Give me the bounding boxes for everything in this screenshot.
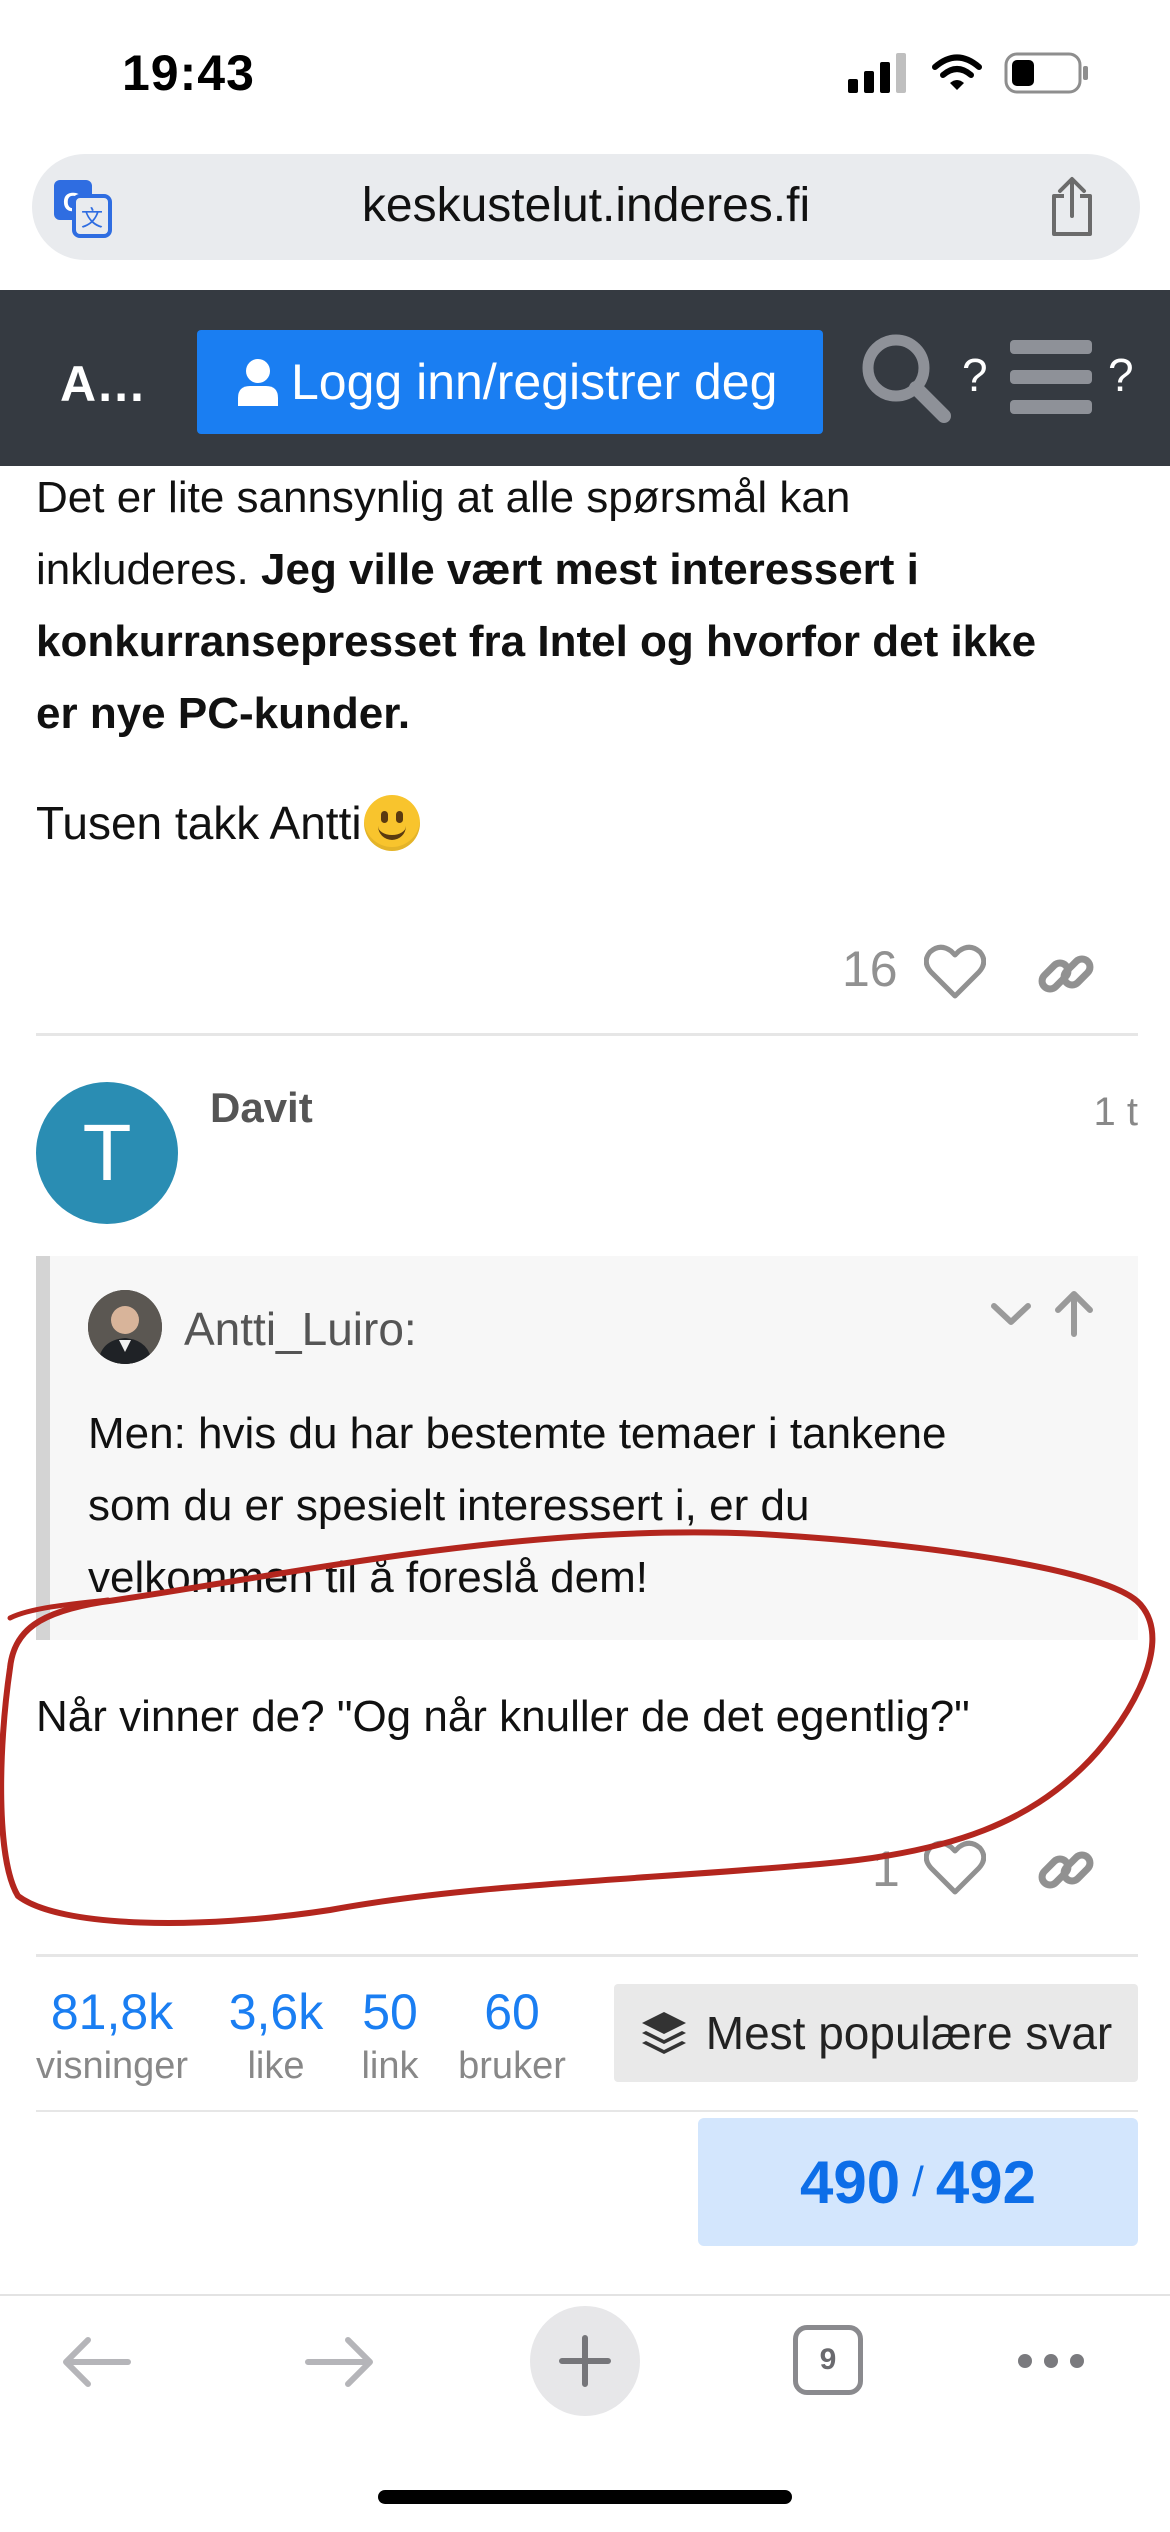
stat-value: 3,6k: [228, 1984, 324, 2040]
new-tab-button[interactable]: [530, 2306, 640, 2416]
cellular-signal-icon: [848, 53, 906, 93]
progress-total: 492: [935, 2148, 1036, 2216]
hamburger-menu-icon[interactable]: [1010, 338, 1092, 416]
chevron-down-icon[interactable]: [990, 1300, 1032, 1330]
progress-separator: /: [912, 2158, 924, 2205]
quote-avatar[interactable]: [88, 1290, 162, 1364]
thanks-text: Tusen takk Antti: [36, 797, 362, 849]
stat-label: bruker: [458, 2045, 566, 2087]
popular-replies-label: Mest populære svar: [705, 2007, 1113, 2059]
link-icon[interactable]: [1036, 944, 1096, 1004]
toolbar-divider: [0, 2294, 1170, 2296]
heart-icon[interactable]: [924, 944, 986, 1000]
quote-line: Men: hvis du har bestemte temaer i tanke…: [88, 1409, 947, 1458]
post-signoff: Tusen takk Antti: [36, 795, 420, 851]
forward-arrow-icon[interactable]: [304, 2334, 376, 2390]
arrow-up-icon[interactable]: [1052, 1290, 1096, 1338]
back-arrow-icon[interactable]: [60, 2334, 132, 2390]
menu-missing-glyph: ?: [1108, 349, 1134, 401]
post-line: konkurransepresset fra Intel og hvorfor …: [36, 606, 1136, 678]
topic-progress[interactable]: 490 / 492: [698, 2118, 1138, 2246]
tabs-button[interactable]: 9: [793, 2325, 863, 2395]
login-label: Logg inn/registrer deg: [291, 354, 778, 410]
like-count: 16: [842, 941, 898, 997]
post-body: Det er lite sannsynlig at alle spørsmål …: [36, 462, 1136, 750]
post-line: inkluderes. Jeg ville vært mest interess…: [36, 534, 1136, 606]
address-bar[interactable]: G 文 keskustelut.inderes.fi: [32, 154, 1140, 260]
post-divider: [36, 1954, 1138, 1957]
status-time: 19:43: [122, 45, 255, 101]
stat-users: 60 bruker: [454, 1982, 570, 2090]
login-button[interactable]: Logg inn/registrer deg: [197, 330, 823, 434]
post-line: Det er lite sannsynlig at alle spørsmål …: [36, 473, 851, 522]
status-icons: [848, 52, 1090, 94]
stat-value: 81,8k: [50, 1984, 174, 2040]
avatar[interactable]: T: [36, 1082, 178, 1224]
stat-label: like: [247, 2045, 305, 2087]
stat-views: 81,8k visninger: [36, 1982, 188, 2090]
post-text-plain: inkluderes.: [36, 545, 262, 594]
battery-icon: [1004, 52, 1088, 94]
post-timestamp[interactable]: 1 t: [1094, 1090, 1138, 1135]
search-missing-glyph: ?: [962, 349, 988, 401]
post-line: er nye PC-kunder.: [36, 678, 1136, 750]
stat-value: 60: [484, 1984, 540, 2040]
post-text-bold: konkurransepresset fra Intel og hvorfor …: [36, 617, 1037, 666]
share-icon[interactable]: [1046, 176, 1098, 238]
stat-value: 50: [362, 1984, 418, 2040]
url-text[interactable]: keskustelut.inderes.fi: [32, 178, 1140, 233]
stat-links: 50 link: [356, 1982, 424, 2090]
user-icon: [237, 358, 279, 406]
stat-likes: 3,6k like: [220, 1982, 332, 2090]
more-options-icon[interactable]: [1016, 2352, 1086, 2370]
search-icon[interactable]: [858, 330, 954, 426]
hand-drawn-annotation: [0, 1529, 1156, 1926]
home-indicator[interactable]: [378, 2490, 792, 2504]
stat-label: visninger: [36, 2045, 189, 2087]
popular-replies-button[interactable]: Mest populære svar: [614, 1984, 1138, 2082]
quote-author: Antti_Luiro:: [184, 1303, 417, 1355]
plus-icon: [559, 2335, 611, 2387]
post-text-bold: er nye PC-kunder.: [36, 689, 411, 738]
progress-current: 490: [800, 2148, 901, 2216]
post-author[interactable]: Davit: [210, 1084, 313, 1132]
stat-label: link: [361, 2045, 419, 2087]
smiley-icon: [363, 795, 420, 851]
wifi-icon: [932, 54, 982, 90]
post-divider: [36, 1033, 1138, 1036]
stats-divider: [36, 2110, 1138, 2112]
post-text-bold: Jeg ville vært mest interessert i: [261, 545, 919, 594]
site-title[interactable]: A…: [60, 355, 146, 413]
layers-icon: [641, 2012, 686, 2054]
